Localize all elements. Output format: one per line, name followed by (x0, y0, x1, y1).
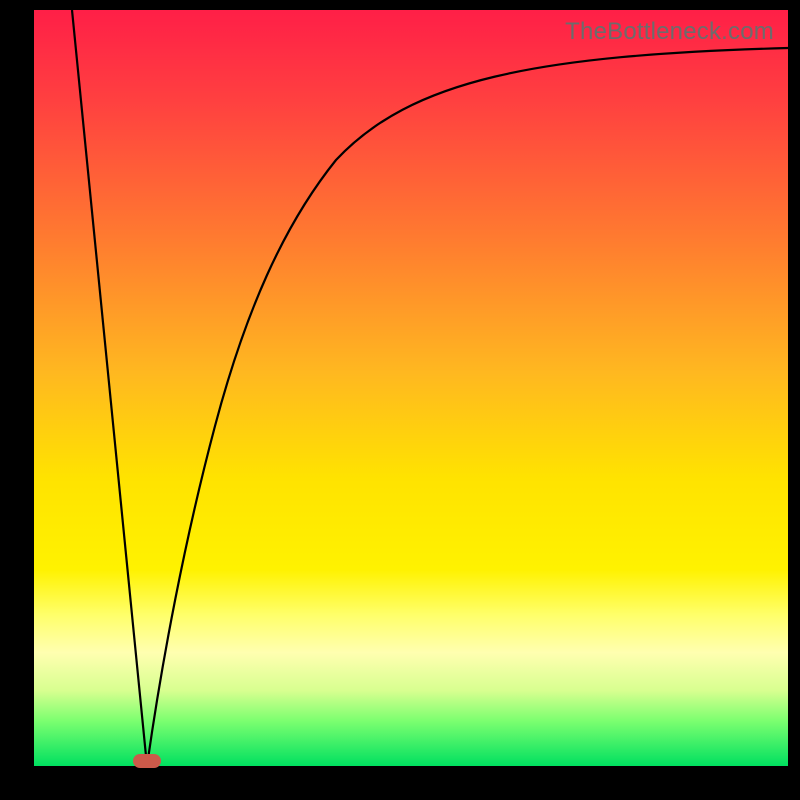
chart-gradient-area: TheBottleneck.com (34, 10, 788, 766)
curve-right-branch (147, 48, 788, 766)
curve-layer (34, 10, 788, 766)
curve-left-branch (72, 10, 147, 766)
optimal-point-marker (133, 754, 161, 768)
